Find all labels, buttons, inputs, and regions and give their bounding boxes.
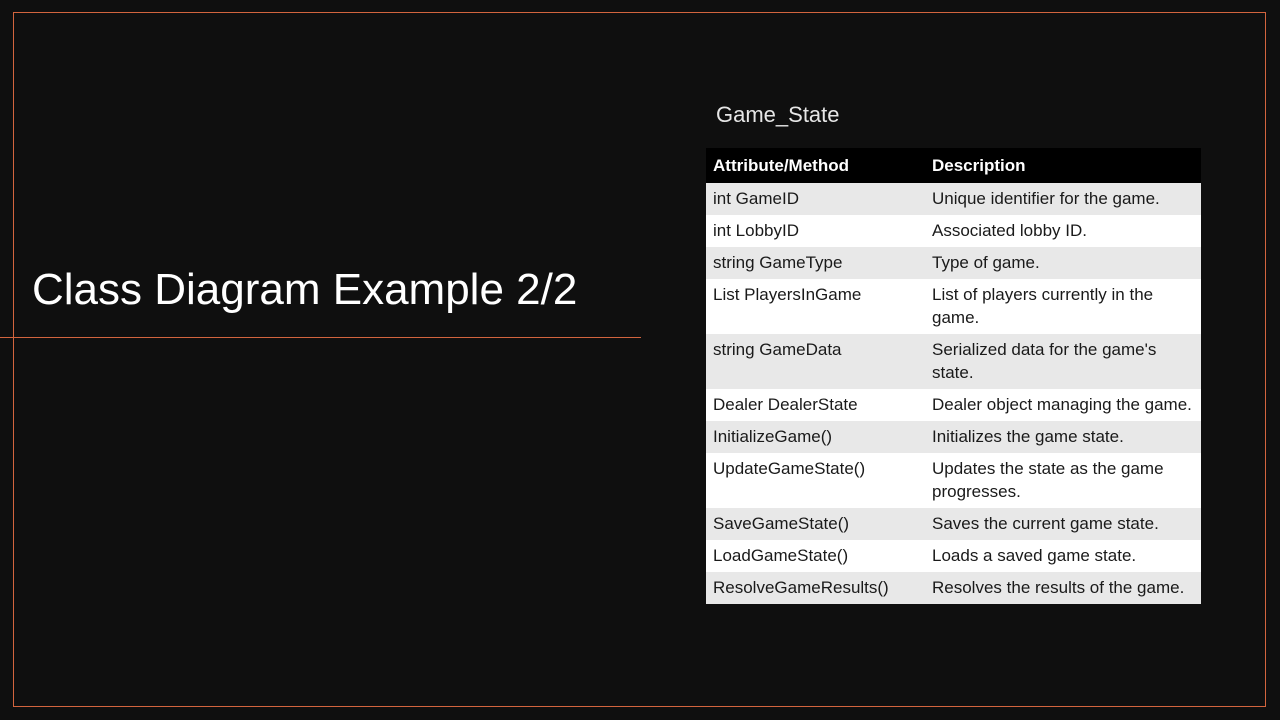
description-cell: Associated lobby ID. <box>925 215 1201 247</box>
attribute-cell: int GameID <box>706 183 925 215</box>
table-row: string GameData Serialized data for the … <box>706 334 1201 389</box>
table-row: string GameType Type of game. <box>706 247 1201 279</box>
description-cell: Resolves the results of the game. <box>925 572 1201 604</box>
description-cell: Initializes the game state. <box>925 421 1201 453</box>
table-row: ResolveGameResults() Resolves the result… <box>706 572 1201 604</box>
table-row: LoadGameState() Loads a saved game state… <box>706 540 1201 572</box>
description-cell: Serialized data for the game's state. <box>925 334 1201 389</box>
header-attribute-method: Attribute/Method <box>706 148 925 183</box>
table-row: SaveGameState() Saves the current game s… <box>706 508 1201 540</box>
attribute-cell: string GameType <box>706 247 925 279</box>
method-cell: ResolveGameResults() <box>706 572 925 604</box>
description-cell: Saves the current game state. <box>925 508 1201 540</box>
table-row: List PlayersInGame List of players curre… <box>706 279 1201 334</box>
method-cell: InitializeGame() <box>706 421 925 453</box>
table-row: InitializeGame() Initializes the game st… <box>706 421 1201 453</box>
method-cell: LoadGameState() <box>706 540 925 572</box>
attribute-cell: int LobbyID <box>706 215 925 247</box>
description-cell: Loads a saved game state. <box>925 540 1201 572</box>
slide: Class Diagram Example 2/2 Game_State Att… <box>0 0 1280 720</box>
attribute-cell: string GameData <box>706 334 925 389</box>
table-row: Dealer DealerState Dealer object managin… <box>706 389 1201 421</box>
table-caption: Game_State <box>716 102 840 127</box>
description-cell: List of players currently in the game. <box>925 279 1201 334</box>
description-cell: Dealer object managing the game. <box>925 389 1201 421</box>
attribute-cell: List PlayersInGame <box>706 279 925 334</box>
method-cell: SaveGameState() <box>706 508 925 540</box>
table-row: int GameID Unique identifier for the gam… <box>706 183 1201 215</box>
table-row: int LobbyID Associated lobby ID. <box>706 215 1201 247</box>
header-description: Description <box>925 148 1201 183</box>
table-header-row: Attribute/Method Description <box>706 148 1201 183</box>
method-cell: UpdateGameState() <box>706 453 925 508</box>
slide-title: Class Diagram Example 2/2 <box>32 265 578 314</box>
class-table: Attribute/Method Description int GameID … <box>706 148 1201 604</box>
description-cell: Unique identifier for the game. <box>925 183 1201 215</box>
table-row: UpdateGameState() Updates the state as t… <box>706 453 1201 508</box>
description-cell: Type of game. <box>925 247 1201 279</box>
title-divider <box>0 337 641 338</box>
attribute-cell: Dealer DealerState <box>706 389 925 421</box>
description-cell: Updates the state as the game progresses… <box>925 453 1201 508</box>
